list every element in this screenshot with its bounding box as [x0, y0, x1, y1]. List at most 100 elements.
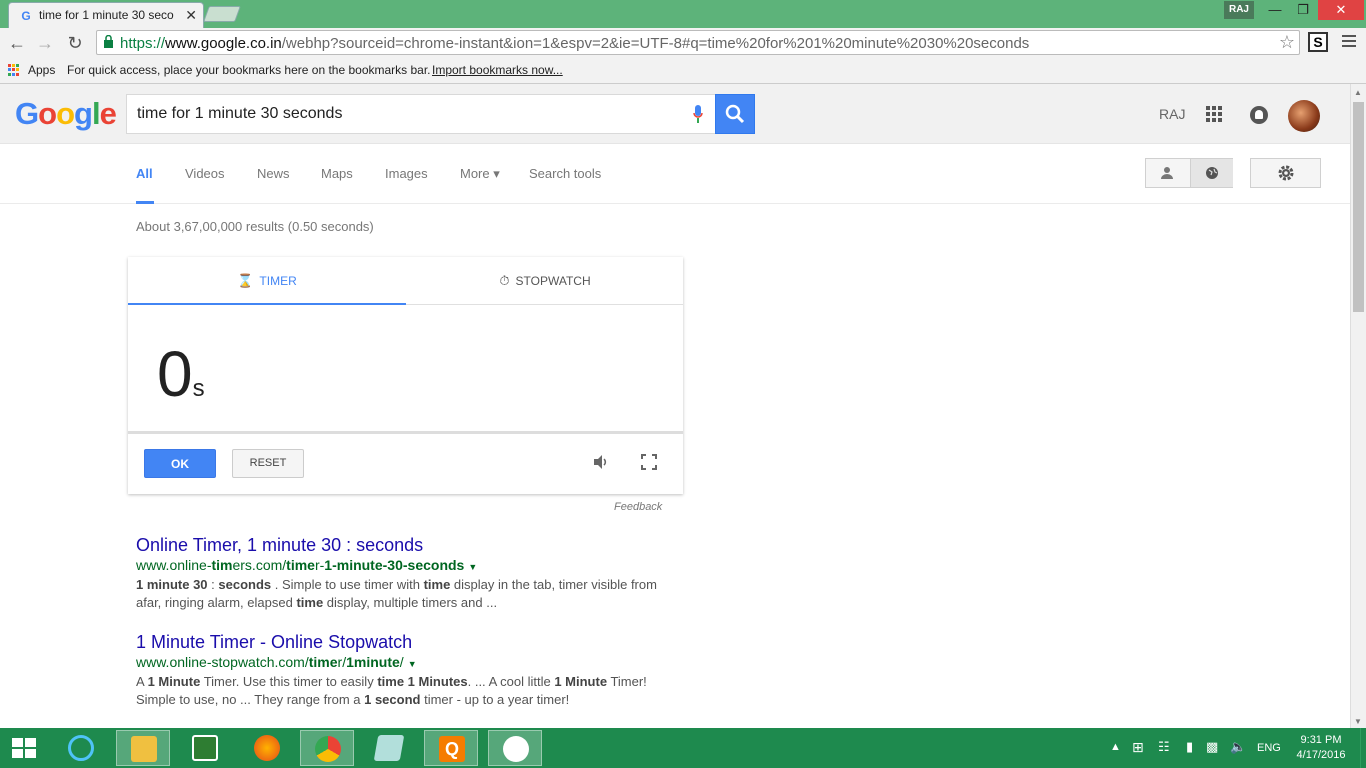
reload-icon[interactable]: ↻ — [64, 32, 86, 54]
apps-grid-icon[interactable] — [8, 64, 20, 76]
tab-timer[interactable]: ⌛ TIMER — [128, 257, 406, 305]
tab-maps[interactable]: Maps — [321, 166, 353, 181]
user-name[interactable]: RAJ — [1159, 106, 1185, 122]
caret-down-icon[interactable]: ▼ — [408, 659, 417, 669]
private-results-button[interactable] — [1146, 159, 1189, 187]
search-button[interactable] — [715, 94, 755, 134]
google-logo[interactable]: Google — [15, 96, 117, 132]
file-explorer-icon[interactable] — [116, 730, 170, 766]
windows-icon[interactable]: ⊞ — [1132, 739, 1144, 756]
feedback-link[interactable]: Feedback — [614, 501, 662, 513]
results-scope-toggle — [1145, 158, 1233, 188]
global-results-button[interactable] — [1190, 159, 1233, 187]
search-input[interactable]: time for 1 minute 30 seconds — [126, 94, 716, 134]
clock-time: 9:31 PM — [1300, 734, 1342, 746]
timer-value: 0 — [157, 338, 193, 410]
scroll-up-icon[interactable]: ▲ — [1354, 88, 1362, 97]
apps-link[interactable]: Apps — [28, 63, 55, 77]
profile-badge[interactable]: RAJ — [1224, 1, 1254, 19]
forward-icon[interactable]: → — [34, 32, 56, 54]
speaker-icon[interactable]: 🔈 — [1230, 739, 1246, 755]
chrome-menu-icon[interactable] — [1340, 32, 1358, 52]
taskbar: Q ▲ ⊞ ☷ ▮ ▩ 🔈 ENG 9:31 PM 4/17/2016 — [0, 728, 1366, 768]
scroll-thumb[interactable] — [1353, 102, 1364, 312]
bookmark-star-icon[interactable]: ☆ — [1279, 32, 1295, 53]
restore-icon[interactable]: ❐ — [1290, 0, 1316, 20]
chrome-icon[interactable] — [300, 730, 354, 766]
lock-icon — [104, 35, 113, 48]
new-tab-button[interactable] — [203, 6, 241, 22]
notes-app-icon[interactable] — [362, 730, 416, 766]
gear-icon — [1278, 165, 1294, 181]
bookmarks-hint: For quick access, place your bookmarks h… — [67, 63, 431, 77]
microphone-icon[interactable] — [693, 105, 703, 125]
search-tools[interactable]: Search tools — [529, 166, 601, 181]
title-bar: G time for 1 minute 30 seco ✕ RAJ — ❐ ✕ — [0, 0, 1366, 28]
url-text: https://www.google.co.in/webhp?sourceid=… — [120, 35, 1030, 52]
result-title[interactable]: Online Timer, 1 minute 30 : seconds — [136, 534, 676, 556]
tab-news[interactable]: News — [257, 166, 290, 181]
hourglass-icon: ⌛ — [237, 273, 254, 288]
result-url: www.online-stopwatch.com/timer/1minute/▼ — [136, 654, 417, 670]
tray-expand-icon[interactable]: ▲ — [1110, 741, 1121, 753]
result-title[interactable]: 1 Minute Timer - Online Stopwatch — [136, 631, 676, 653]
bookmarks-bar: Apps For quick access, place your bookma… — [0, 58, 1366, 84]
tab-images[interactable]: Images — [385, 166, 428, 181]
result-stats: About 3,67,00,000 results (0.50 seconds) — [136, 219, 374, 234]
show-desktop-button[interactable] — [1360, 728, 1366, 768]
language-indicator[interactable]: ENG — [1257, 742, 1281, 754]
scroll-down-icon[interactable]: ▼ — [1354, 717, 1362, 726]
search-nav: All Videos News Maps Images More ▾ Searc… — [0, 144, 1350, 204]
browser-toolbar: ← → ↻ https://www.google.co.in/webhp?sou… — [0, 28, 1366, 58]
tab-stopwatch[interactable]: ⏱ STOPWATCH — [406, 257, 684, 305]
extension-icon[interactable]: S — [1308, 32, 1328, 52]
clock[interactable]: 9:31 PM 4/17/2016 — [1296, 733, 1346, 763]
reset-button[interactable]: RESET — [232, 449, 304, 478]
browser-tab[interactable]: G time for 1 minute 30 seco ✕ — [8, 2, 204, 28]
network-icon[interactable]: ☷ — [1158, 739, 1170, 755]
google-apps-icon[interactable] — [1206, 106, 1222, 122]
google-favicon-icon: G — [21, 9, 31, 23]
notifications-icon[interactable] — [1250, 106, 1268, 124]
tab-more[interactable]: More ▾ — [460, 166, 500, 182]
address-bar[interactable]: https://www.google.co.in/webhp?sourceid=… — [96, 30, 1300, 55]
timer-display[interactable]: 0s — [157, 337, 205, 411]
tab-close-icon[interactable]: ✕ — [185, 7, 197, 24]
windows-start-icon[interactable] — [12, 738, 36, 758]
result-snippet: A 1 Minute Timer. Use this timer to easi… — [136, 674, 647, 707]
q-app-icon[interactable]: Q — [424, 730, 478, 766]
person-icon — [1161, 167, 1173, 179]
timer-unit: s — [192, 375, 205, 402]
result-url: www.online-timers.com/timer-1-minute-30-… — [136, 557, 478, 573]
fullscreen-icon[interactable] — [640, 453, 658, 471]
firefox-icon[interactable] — [240, 730, 294, 766]
search-icon — [725, 104, 745, 124]
battery-icon[interactable]: ▮ — [1186, 739, 1193, 755]
google-header: Google time for 1 minute 30 seconds RAJ — [0, 84, 1350, 144]
timer-progress-track — [128, 431, 683, 434]
active-tab-indicator — [136, 201, 154, 204]
internet-explorer-icon[interactable] — [54, 730, 108, 766]
search-result: 1 Minute Timer - Online Stopwatch www.on… — [136, 631, 676, 709]
caret-down-icon[interactable]: ▼ — [468, 562, 477, 572]
window-close-icon[interactable]: ✕ — [1318, 0, 1364, 20]
volume-icon[interactable] — [592, 453, 610, 471]
search-result: Online Timer, 1 minute 30 : seconds www.… — [136, 534, 676, 612]
timer-card: ⌛ TIMER ⏱ STOPWATCH 0s OK RESET — [128, 257, 683, 494]
download-app-icon[interactable] — [488, 730, 542, 766]
globe-icon — [1206, 167, 1218, 179]
store-icon[interactable] — [178, 730, 232, 766]
page-content: Google time for 1 minute 30 seconds RAJ … — [0, 84, 1350, 728]
tab-videos[interactable]: Videos — [185, 166, 225, 181]
settings-button[interactable] — [1250, 158, 1321, 188]
minimize-icon[interactable]: — — [1262, 0, 1288, 20]
page-scrollbar[interactable]: ▲ ▼ — [1350, 84, 1366, 728]
tab-all[interactable]: All — [136, 166, 153, 181]
stopwatch-icon: ⏱ — [499, 273, 510, 288]
back-icon[interactable]: ← — [6, 32, 28, 54]
ok-button[interactable]: OK — [144, 449, 216, 478]
import-bookmarks-link[interactable]: Import bookmarks now... — [432, 63, 563, 77]
avatar[interactable] — [1288, 100, 1320, 132]
search-query: time for 1 minute 30 seconds — [137, 105, 343, 122]
signal-icon[interactable]: ▩ — [1206, 739, 1218, 755]
